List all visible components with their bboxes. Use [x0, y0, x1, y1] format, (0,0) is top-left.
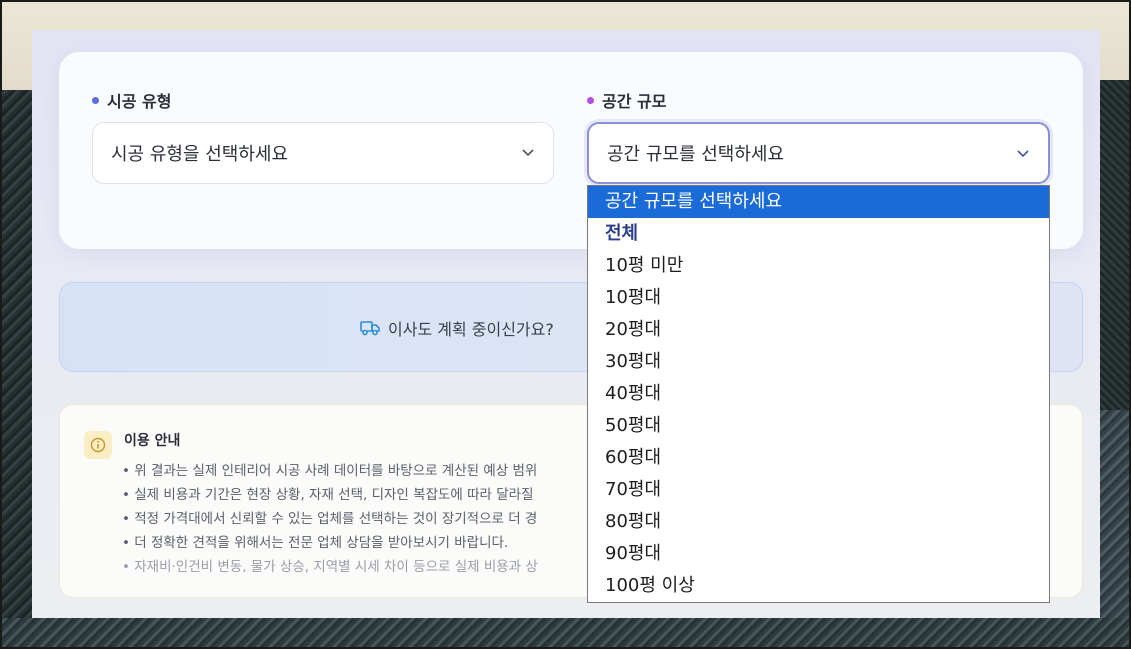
space-size-option[interactable]: 100평 이상	[588, 570, 1049, 602]
notice-line: • 적정 가격대에서 신뢰할 수 있는 업체를 선택하는 것이 장기적으로 더 …	[122, 511, 538, 527]
background-floor-right	[1100, 410, 1131, 649]
space-size-option[interactable]: 10평대	[588, 282, 1049, 314]
truck-icon	[360, 321, 380, 336]
space-size-option[interactable]: 70평대	[588, 474, 1049, 506]
notice-line: • 위 결과는 실제 인테리어 시공 사례 데이터를 바탕으로 계산된 예상 범…	[122, 463, 538, 479]
background-floor	[0, 618, 1131, 649]
notice-line: • 자재비·인건비 변동, 물가 상승, 지역별 시세 차이 등으로 실제 비용…	[122, 559, 538, 575]
moving-banner-text: 이사도 계획 중이신가요?	[388, 320, 554, 339]
label-dot	[587, 96, 594, 104]
space-size-placeholder: 공간 규모를 선택하세요	[607, 144, 785, 165]
usage-notice-title: 이용 안내	[124, 433, 181, 449]
construction-type-label-text: 시공 유형	[107, 92, 172, 111]
moving-banner-content[interactable]: 이사도 계획 중이신가요?	[360, 316, 554, 340]
space-size-option[interactable]: 80평대	[588, 506, 1049, 538]
notice-line: • 더 정확한 견적을 위해서는 전문 업체 상담을 받아보시기 바랍니다.	[122, 535, 509, 551]
construction-type-label: 시공 유형	[92, 88, 171, 112]
space-size-option[interactable]: 60평대	[588, 442, 1049, 474]
space-size-option[interactable]: 전체	[588, 218, 1049, 250]
space-size-label: 공간 규모	[587, 88, 666, 112]
space-size-label-text: 공간 규모	[602, 92, 667, 111]
space-size-option[interactable]: 40평대	[588, 378, 1049, 410]
space-size-select[interactable]: 공간 규모를 선택하세요	[587, 122, 1050, 184]
background-left	[0, 90, 32, 649]
space-size-option[interactable]: 50평대	[588, 410, 1049, 442]
space-size-option[interactable]: 30평대	[588, 346, 1049, 378]
background-right	[1100, 80, 1131, 410]
label-dot	[92, 96, 99, 104]
construction-type-placeholder: 시공 유형을 선택하세요	[111, 144, 289, 165]
chevron-down-icon	[1017, 150, 1029, 158]
chevron-down-icon	[522, 149, 534, 157]
space-size-option[interactable]: 10평 미만	[588, 250, 1049, 282]
space-size-option[interactable]: 20평대	[588, 314, 1049, 346]
space-size-option[interactable]: 90평대	[588, 538, 1049, 570]
notice-line: • 실제 비용과 기간은 현장 상황, 자재 선택, 디자인 복잡도에 따라 달…	[122, 487, 534, 503]
space-size-dropdown-list[interactable]: 공간 규모를 선택하세요 전체 10평 미만 10평대 20평대 30평대 40…	[587, 185, 1050, 603]
info-icon	[84, 431, 112, 459]
construction-type-select[interactable]: 시공 유형을 선택하세요	[92, 122, 554, 184]
space-size-option[interactable]: 공간 규모를 선택하세요	[588, 186, 1049, 218]
